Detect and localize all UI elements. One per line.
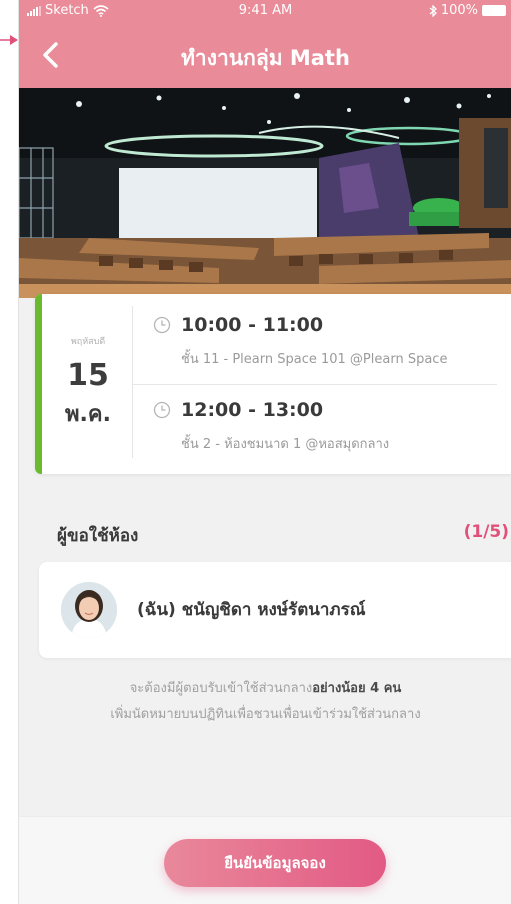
avatar	[61, 582, 117, 638]
confirm-booking-button[interactable]: ยืนยันข้อมูลจอง	[164, 839, 386, 887]
note-line-1: จะต้องมีผู้ตอบรับเข้าใช้ส่วนกลางอย่างน้อ…	[19, 676, 511, 702]
battery-label: 100%	[440, 3, 478, 18]
requirement-note: จะต้องมีผู้ตอบรับเข้าใช้ส่วนกลางอย่างน้อ…	[19, 676, 511, 728]
slot-place: ชั้น 2 - ห้องชมนาด 1 @หอสมุดกลาง	[181, 437, 390, 452]
note-emphasis: อย่างน้อย 4 คน	[312, 681, 402, 696]
requester-list-item[interactable]: (ฉัน) ชนัญชิดา หงษ์รัตนาภรณ์	[39, 562, 511, 658]
requester-name: (ฉัน) ชนัญชิดา หงษ์รัตนาภรณ์	[137, 600, 366, 620]
day-number: 15	[67, 358, 109, 393]
slot-place: ชั้น 11 - Plearn Space 101 @Plearn Space	[181, 352, 448, 367]
note-line-2: เพิ่มนัดหมายบนปฏิทินเพื่อชวนเพื่อนเข้าร่…	[110, 707, 421, 722]
card-divider-horizontal	[133, 384, 497, 385]
avatar-image	[61, 582, 117, 638]
slot-time: 12:00 - 13:00	[181, 399, 324, 421]
month-label: พ.ค.	[65, 402, 111, 427]
bluetooth-icon	[429, 4, 437, 17]
status-right: 100%	[429, 3, 506, 18]
clock-icon	[153, 316, 171, 334]
requesters-count: (1/5)	[463, 522, 509, 542]
note-prefix: จะต้องมีผู้ตอบรับเข้าใช้ส่วนกลาง	[129, 681, 313, 696]
room-image	[19, 88, 511, 298]
flow-arrow-icon	[0, 35, 18, 45]
room-photo	[19, 88, 511, 298]
day-name: พฤหัสบดี	[70, 337, 106, 347]
status-bar: Sketch 9:41 AM 100%	[19, 0, 511, 22]
booking-time-card: พฤหัสบดี 15 พ.ค. 10:00 - 11:00 ชั้น 11 -…	[35, 294, 511, 474]
battery-icon	[482, 5, 506, 16]
canvas-margin	[0, 0, 18, 904]
phone-screen: Sketch 9:41 AM 100% ทำงานกลุ่ม Math พฤหั…	[18, 0, 511, 904]
requesters-title: ผู้ขอใช้ห้อง	[57, 526, 139, 546]
card-divider-vertical	[132, 306, 133, 458]
nav-bar: ทำงานกลุ่ม Math	[19, 22, 511, 88]
page-title: ทำงานกลุ่ม Math	[181, 46, 350, 70]
bottom-action-bar: ยืนยันข้อมูลจอง	[19, 816, 511, 904]
clock-icon	[153, 401, 171, 419]
card-accent-bar	[35, 294, 42, 474]
slot-time: 10:00 - 11:00	[181, 314, 324, 336]
